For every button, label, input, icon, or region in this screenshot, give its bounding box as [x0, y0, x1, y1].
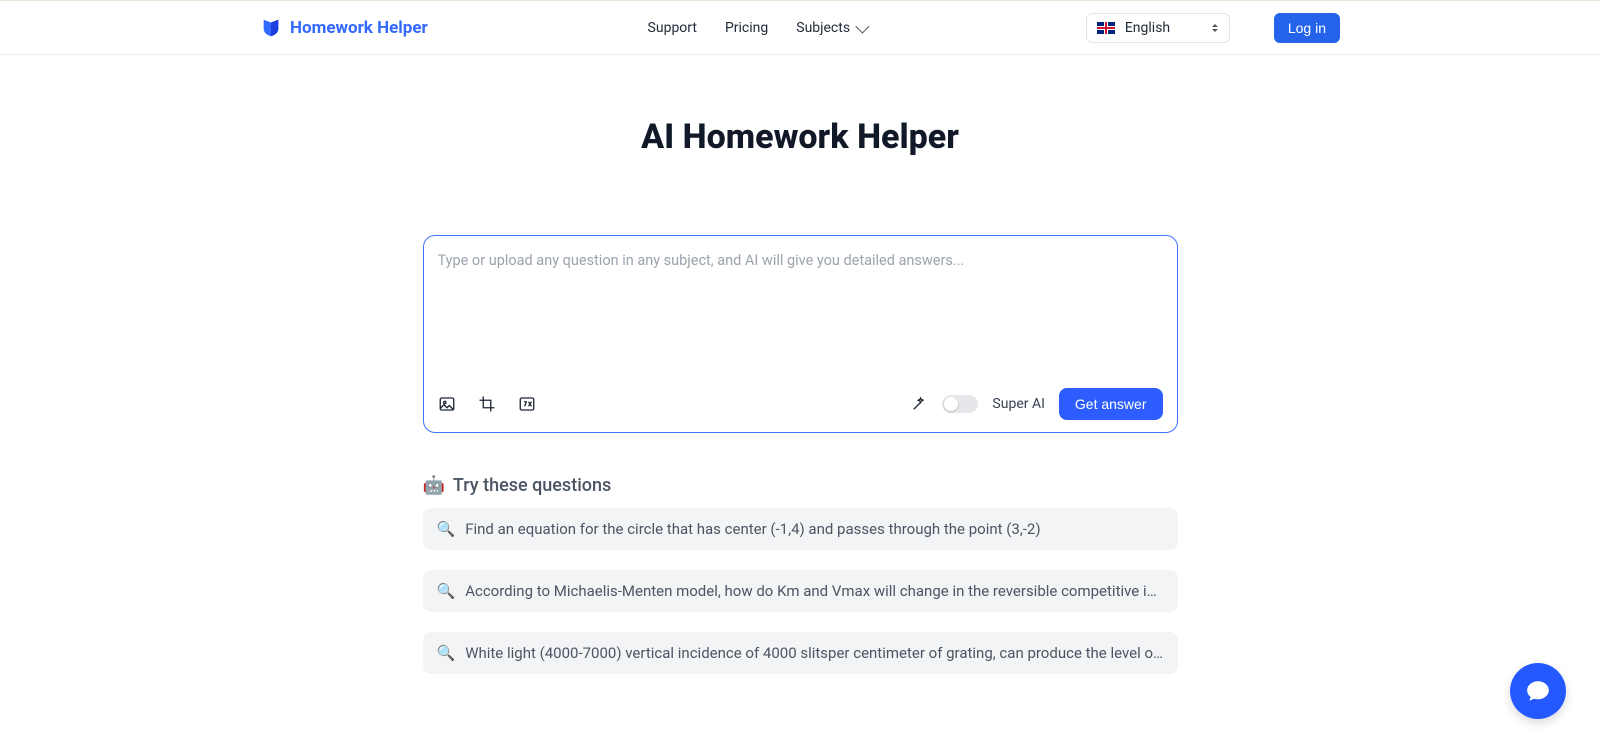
language-label: English: [1125, 20, 1201, 36]
nav-subjects-dropdown[interactable]: Subjects: [796, 20, 866, 36]
login-button[interactable]: Log in: [1274, 13, 1340, 43]
input-controls: Super AI Get answer: [438, 388, 1163, 420]
suggestion-text: Find an equation for the circle that has…: [465, 520, 1040, 538]
suggestion-item[interactable]: 🔍 Find an equation for the circle that h…: [423, 508, 1178, 550]
search-icon: 🔍: [437, 582, 456, 600]
navbar: Homework Helper Support Pricing Subjects…: [0, 0, 1600, 55]
nav-right: English Log in: [1086, 13, 1340, 43]
page-title: AI Homework Helper: [641, 117, 959, 157]
suggestions-section: 🤖 Try these questions 🔍 Find an equation…: [423, 475, 1178, 694]
search-icon: 🔍: [437, 520, 456, 538]
nav-center: Support Pricing Subjects: [648, 20, 867, 36]
language-select[interactable]: English: [1086, 13, 1230, 43]
chevron-down-icon: [855, 19, 869, 33]
nav-support[interactable]: Support: [648, 20, 697, 36]
question-input-card: Super AI Get answer: [423, 235, 1178, 433]
submit-controls: Super AI Get answer: [910, 388, 1162, 420]
suggestion-text: White light (4000-7000) vertical inciden…: [465, 644, 1163, 662]
logo-icon: [260, 17, 282, 39]
select-arrows-icon: [1211, 24, 1219, 32]
nav-subjects-label: Subjects: [796, 20, 850, 36]
nav-pricing[interactable]: Pricing: [725, 20, 768, 36]
main: AI Homework Helper: [0, 55, 1600, 694]
super-ai-toggle[interactable]: [942, 395, 978, 413]
uk-flag-icon: [1097, 22, 1115, 34]
magic-wand-icon: [910, 395, 928, 413]
suggestions-header: 🤖 Try these questions: [423, 475, 1178, 496]
suggestion-item[interactable]: 🔍 White light (4000-7000) vertical incid…: [423, 632, 1178, 674]
suggestions-title: Try these questions: [453, 475, 611, 496]
toggle-knob: [944, 397, 958, 411]
get-answer-button[interactable]: Get answer: [1059, 388, 1163, 420]
super-ai-label: Super AI: [992, 396, 1044, 412]
brand-name: Homework Helper: [290, 18, 428, 38]
search-icon: 🔍: [437, 644, 456, 662]
chat-icon: [1525, 678, 1551, 704]
suggestion-item[interactable]: 🔍 According to Michaelis-Menten model, h…: [423, 570, 1178, 612]
formula-icon[interactable]: [518, 395, 536, 413]
question-input[interactable]: [438, 252, 1163, 384]
brand[interactable]: Homework Helper: [260, 17, 428, 39]
suggestion-text: According to Michaelis-Menten model, how…: [465, 582, 1163, 600]
chat-widget-button[interactable]: [1510, 663, 1566, 719]
input-tools: [438, 395, 536, 413]
crop-icon[interactable]: [478, 395, 496, 413]
robot-emoji-icon: 🤖: [423, 475, 445, 496]
image-upload-icon[interactable]: [438, 395, 456, 413]
